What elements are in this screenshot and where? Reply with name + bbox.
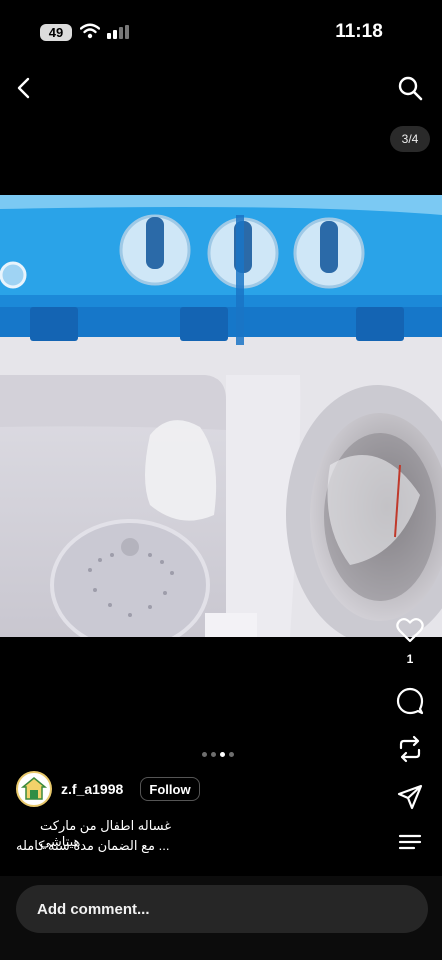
search-icon [398,76,423,101]
comment-button[interactable] [393,684,427,718]
wifi-icon [79,23,101,44]
back-button[interactable] [8,72,40,104]
carousel-dot [202,752,207,757]
avatar[interactable] [16,771,52,807]
repost-icon [399,735,421,763]
battery-indicator: 49 [40,24,72,41]
like-button[interactable] [393,613,427,647]
caption-line-2[interactable]: مع الضمان مده سنه كامله ... [16,838,216,854]
search-button[interactable] [394,72,426,104]
carousel-dot [229,752,234,757]
status-bar: 49 11:18 [0,0,442,64]
comment-input[interactable]: Add comment... [16,885,428,933]
share-button[interactable] [393,780,427,814]
author-username[interactable]: z.f_a1998 [61,781,123,797]
share-icon [397,784,423,810]
like-count: 1 [406,652,414,666]
carousel-dot-active [220,752,225,757]
image-counter: 3/4 [390,126,430,152]
post-image[interactable] [0,195,442,637]
carousel-indicator [202,752,234,757]
carousel-dot [211,752,216,757]
comment-icon [396,687,424,715]
follow-button[interactable]: Follow [140,777,200,801]
clock: 11:18 [335,21,383,42]
menu-button[interactable] [393,825,427,859]
repost-button[interactable] [393,732,427,766]
back-icon [17,77,30,99]
heart-icon [396,618,424,643]
cellular-icon [106,25,130,44]
menu-icon [398,834,422,850]
